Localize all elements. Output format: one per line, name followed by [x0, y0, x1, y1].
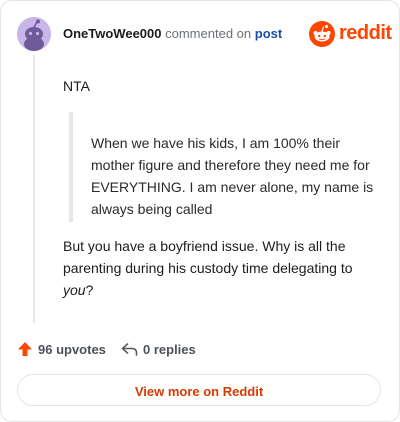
reddit-snoo-icon: [309, 21, 335, 47]
comment-header: OneTwoWee000 commented on post reddit: [17, 17, 392, 51]
embed-card: OneTwoWee000 commented on post reddit NT…: [0, 0, 400, 422]
post-link[interactable]: post: [255, 26, 282, 41]
view-more-button[interactable]: View more on Reddit: [17, 374, 381, 406]
reply-arrow-icon: [121, 343, 138, 356]
replies-label: 0 replies: [143, 342, 196, 357]
comment-paragraph: But you have a boyfriend issue. Why is a…: [63, 235, 379, 301]
upvotes-label: 96 upvotes: [38, 342, 106, 357]
quote-text: When we have his kids, I am 100% their m…: [91, 135, 374, 217]
byline: OneTwoWee000 commented on post: [63, 26, 282, 41]
avatar[interactable]: [17, 17, 51, 51]
reddit-wordmark: reddit: [339, 22, 392, 44]
paragraph-end: ?: [85, 282, 94, 298]
thread-line: [33, 55, 35, 323]
comment-footer: 96 upvotes 0 replies: [17, 339, 385, 361]
reddit-logo[interactable]: reddit: [309, 20, 392, 48]
author-name[interactable]: OneTwoWee000: [63, 26, 162, 41]
snoo-avatar-icon: [17, 17, 51, 51]
upvote-arrow-icon: [18, 342, 32, 356]
comment-first-line: NTA: [63, 78, 90, 94]
paragraph-emphasis: you: [63, 282, 86, 298]
commented-on-text: commented on: [165, 26, 252, 41]
paragraph-main-text: But you have a boyfriend issue. Why is a…: [63, 238, 353, 276]
blockquote: When we have his kids, I am 100% their m…: [69, 112, 383, 222]
